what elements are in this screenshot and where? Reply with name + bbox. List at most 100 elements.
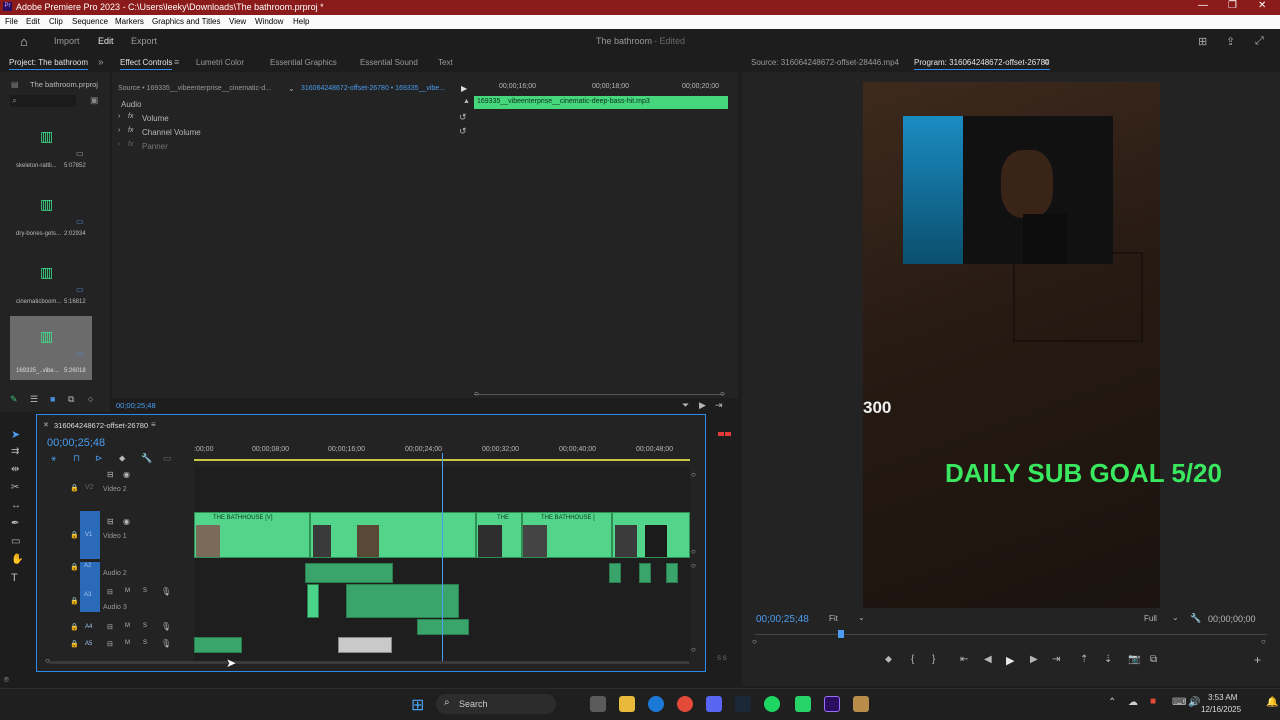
scroll-handle-icon[interactable]: ○ [474,389,479,398]
volume-icon[interactable]: 🔊 [1188,697,1200,708]
lift-icon[interactable]: ⇡ [1080,654,1088,665]
toggle-sync-icon[interactable]: ⊟ [107,640,113,648]
chevron-down-icon[interactable]: ⌄ [1172,613,1179,622]
list-view-icon[interactable]: ☰ [30,394,38,405]
audio-clip[interactable] [307,584,319,618]
eye-icon[interactable]: ◉ [123,470,130,479]
track-target-v1[interactable]: V1 [80,511,100,559]
scroll-handle-icon[interactable]: ○ [691,547,696,556]
audio-clip[interactable] [305,563,393,583]
menu-edit[interactable]: Edit [26,17,40,26]
chevron-down-icon[interactable]: ⌄ [858,613,865,622]
go-to-in-icon[interactable]: ⇤ [960,654,968,665]
tab-effect-controls[interactable]: Effect Controls [120,58,173,70]
fx-icon[interactable]: fx [128,141,133,148]
ripple-edit-icon[interactable]: ⇹ [11,464,19,475]
menu-file[interactable]: File [5,17,18,26]
scroll-handle-icon[interactable]: ○ [691,645,696,654]
project-item[interactable]: ▥ ▭ cinematicboom... 5:16812 [10,252,92,314]
discord-icon[interactable] [706,696,722,712]
app-icon[interactable] [853,696,869,712]
clock-date[interactable]: 12/16/2025 [1201,705,1241,714]
hand-tool-icon[interactable]: ✋ [11,554,23,565]
home-icon[interactable]: ⌂ [20,34,28,49]
lock-icon[interactable]: 🔒 [70,531,79,539]
windows-start-icon[interactable]: ⊞ [411,695,424,715]
project-search-input[interactable]: ⌕ [10,95,76,107]
fx-icon[interactable]: fx [128,127,133,134]
pencil-icon[interactable]: ✎ [10,394,18,405]
zoom-scrollbar[interactable] [474,394,724,395]
tab-essential-sound[interactable]: Essential Sound [360,58,418,67]
whatsapp-icon[interactable] [795,696,811,712]
steam-icon[interactable] [735,696,751,712]
scroll-handle-icon[interactable]: ○ [45,656,50,665]
clock-time[interactable]: 3:53 AM [1208,693,1237,702]
param-channel-volume[interactable]: Channel Volume [142,128,201,137]
scrubber-playhead[interactable] [838,630,844,638]
clip-label[interactable]: 316064248672-offset-26780 • 169335__vibe… [301,85,445,92]
taskbar-search[interactable]: ⌕ Search [436,694,556,714]
menu-view[interactable]: View [229,17,246,26]
video-clip[interactable] [612,512,690,558]
lock-icon[interactable]: 🔒 [70,597,79,605]
marker-icon[interactable]: ⬥ [119,453,125,464]
quality-dropdown[interactable]: Full [1144,614,1157,623]
fit-dropdown[interactable]: Fit [829,614,838,623]
menu-markers[interactable]: Markers [115,17,144,26]
param-panner[interactable]: Panner [142,142,168,151]
wrench-icon[interactable]: 🔧 [141,453,152,464]
scroll-handle-icon[interactable]: ○ [1261,637,1266,646]
close-icon[interactable]: ✕ [43,421,49,429]
add-button-icon[interactable]: + [1254,653,1261,667]
chevron-down-icon[interactable]: ⌄ [288,84,295,93]
lock-icon[interactable]: 🔒 [70,563,79,571]
sequence-tab[interactable]: 316064248672-offset-26780 [54,421,148,430]
eye-icon[interactable]: ◉ [123,517,130,526]
extract-icon[interactable]: ⇣ [1104,654,1112,665]
expand-icon[interactable]: › [118,113,120,120]
lock-icon[interactable]: 🔒 [70,640,79,648]
notification-icon[interactable]: 🔔 [1266,697,1278,708]
menu-graphics[interactable]: Graphics and Titles [152,17,220,26]
menu-sequence[interactable]: Sequence [72,17,108,26]
step-forward-icon[interactable]: ▶ [1030,654,1038,665]
tab-text[interactable]: Text [438,58,453,67]
project-item[interactable]: ▥ ▭ skeleton-rattli... 5:07852 [10,116,92,178]
workspace-tab-export[interactable]: Export [131,36,157,46]
workspace-tab-import[interactable]: Import [54,36,80,46]
solo-button[interactable]: S [143,588,147,594]
program-tab[interactable]: Program: 316064248672-offset-26780 [914,58,1050,70]
zoom-slider-icon[interactable]: ○ [88,394,93,404]
track-area[interactable]: THE BATHHOUSE [V] THE THE BATHHOUSE [ [194,453,690,661]
video-clip[interactable]: THE [476,512,522,558]
task-view-icon[interactable] [590,696,606,712]
playhead[interactable] [442,453,443,661]
snap-icon[interactable]: ⊓ [73,453,80,464]
horizontal-scrollbar[interactable] [49,661,689,664]
audio-clip[interactable] [194,637,242,653]
reset-icon[interactable]: ↺ [459,112,467,123]
cloud-icon[interactable]: ☁ [1128,697,1138,708]
scroll-handle-icon[interactable]: ○ [720,389,725,398]
track-target-a2[interactable]: A2 A3 [80,562,100,612]
play-icon[interactable]: ▶ [1006,654,1014,667]
menu-icon[interactable]: ≡ [174,57,179,67]
share-icon[interactable]: ⇪ [1226,35,1235,48]
source-label[interactable]: Source • 169335__vibeenterprise__cinemat… [118,85,271,92]
video-clip[interactable]: THE BATHHOUSE [V] [194,512,310,558]
premiere-taskbar-icon[interactable] [824,696,840,712]
program-timecode[interactable]: 00;00;25;48 [756,614,809,625]
tab-lumetri-color[interactable]: Lumetri Color [196,58,244,67]
toggle-sync-icon[interactable]: ⊟ [107,470,114,479]
menu-window[interactable]: Window [255,17,283,26]
slip-tool-icon[interactable]: ↔ [11,500,21,511]
comparison-view-icon[interactable]: ⧉ [1150,654,1157,665]
nest-icon[interactable]: ⚹ [51,453,56,464]
freeform-view-icon[interactable]: ⧉ [68,394,74,405]
expand-icon[interactable]: › [118,127,120,134]
reset-icon[interactable]: ↺ [459,126,467,137]
mark-out-icon[interactable]: } [932,654,935,665]
menu-icon[interactable]: ≡ [1044,57,1049,67]
audio-clip[interactable] [609,563,621,583]
